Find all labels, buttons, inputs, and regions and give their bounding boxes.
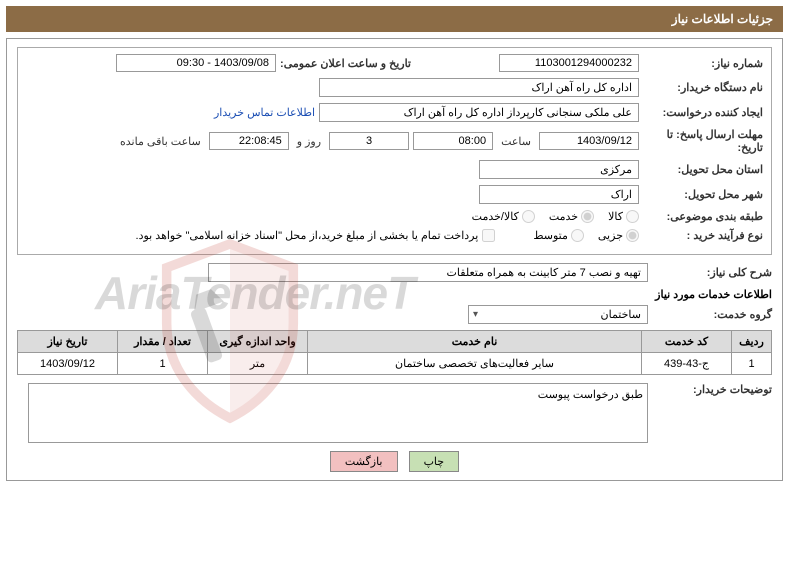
description-field: تهیه و نصب 7 متر کابینت به همراه متعلقات	[208, 263, 648, 282]
td-unit: متر	[208, 353, 308, 375]
print-button[interactable]: چاپ	[409, 451, 460, 472]
table-header-row: ردیف کد خدمت نام خدمت واحد اندازه گیری ت…	[18, 331, 772, 353]
province-field: مرکزی	[479, 160, 639, 179]
province-label: استان محل تحویل:	[643, 163, 763, 176]
th-date: تاریخ نیاز	[18, 331, 118, 353]
deadline-time-field: 08:00	[413, 132, 493, 150]
td-index: 1	[732, 353, 772, 375]
service-group-label: گروه خدمت:	[652, 308, 772, 321]
buyer-field: اداره کل راه آهن اراک	[319, 78, 639, 97]
radio-both[interactable]: کالا/خدمت	[472, 210, 535, 223]
need-info-section: شماره نیاز: 1103001294000232 تاریخ و ساع…	[17, 47, 772, 255]
header-title: جزئیات اطلاعات نیاز	[6, 6, 783, 32]
deadline-label: مهلت ارسال پاسخ: تا تاریخ:	[643, 128, 763, 154]
need-number-label: شماره نیاز:	[643, 57, 763, 70]
days-label: روز و	[297, 135, 321, 148]
description-label: شرح کلی نیاز:	[652, 266, 772, 279]
announce-field: 1403/09/08 - 09:30	[116, 54, 276, 72]
need-number-field: 1103001294000232	[499, 54, 639, 72]
th-code: کد خدمت	[642, 331, 732, 353]
th-index: ردیف	[732, 331, 772, 353]
notes-label: توضیحات خریدار:	[652, 383, 772, 396]
days-field: 3	[329, 132, 409, 150]
td-date: 1403/09/12	[18, 353, 118, 375]
td-name: سایر فعالیت‌های تخصصی ساختمان	[308, 353, 642, 375]
radio-goods[interactable]: کالا	[608, 210, 639, 223]
th-name: نام خدمت	[308, 331, 642, 353]
table-row: 1 ج-43-439 سایر فعالیت‌های تخصصی ساختمان…	[18, 353, 772, 375]
time-label: ساعت	[501, 135, 531, 148]
radio-small[interactable]: جزیی	[598, 229, 639, 242]
service-table: ردیف کد خدمت نام خدمت واحد اندازه گیری ت…	[17, 330, 772, 375]
th-qty: تعداد / مقدار	[118, 331, 208, 353]
category-label: طبقه بندی موضوعی:	[643, 210, 763, 223]
service-section-title: اطلاعات خدمات مورد نیاز	[17, 288, 772, 301]
notes-textarea[interactable]: طبق درخواست پیوست	[28, 383, 648, 443]
td-qty: 1	[118, 353, 208, 375]
requester-field: علی ملکی سنجانی کارپرداز اداره کل راه آه…	[319, 103, 639, 122]
td-code: ج-43-439	[642, 353, 732, 375]
buyer-label: نام دستگاه خریدار:	[643, 81, 763, 94]
announce-label: تاریخ و ساعت اعلان عمومی:	[280, 57, 411, 70]
contact-link[interactable]: اطلاعات تماس خریدار	[214, 106, 315, 119]
payment-checkbox[interactable]: پرداخت تمام یا بخشی از مبلغ خرید،از محل …	[136, 229, 496, 242]
button-row: چاپ بازگشت	[17, 451, 772, 472]
city-field: اراک	[479, 185, 639, 204]
main-container: شماره نیاز: 1103001294000232 تاریخ و ساع…	[6, 38, 783, 481]
radio-service[interactable]: خدمت	[549, 210, 594, 223]
city-label: شهر محل تحویل:	[643, 188, 763, 201]
service-group-select[interactable]: ساختمان	[468, 305, 648, 324]
process-label: نوع فرآیند خرید :	[643, 229, 763, 242]
requester-label: ایجاد کننده درخواست:	[643, 106, 763, 119]
deadline-date-field: 1403/09/12	[539, 132, 639, 150]
radio-medium[interactable]: متوسط	[533, 229, 584, 242]
remain-label: ساعت باقی مانده	[120, 135, 201, 148]
back-button[interactable]: بازگشت	[330, 451, 398, 472]
remain-time-field: 22:08:45	[209, 132, 289, 150]
th-unit: واحد اندازه گیری	[208, 331, 308, 353]
